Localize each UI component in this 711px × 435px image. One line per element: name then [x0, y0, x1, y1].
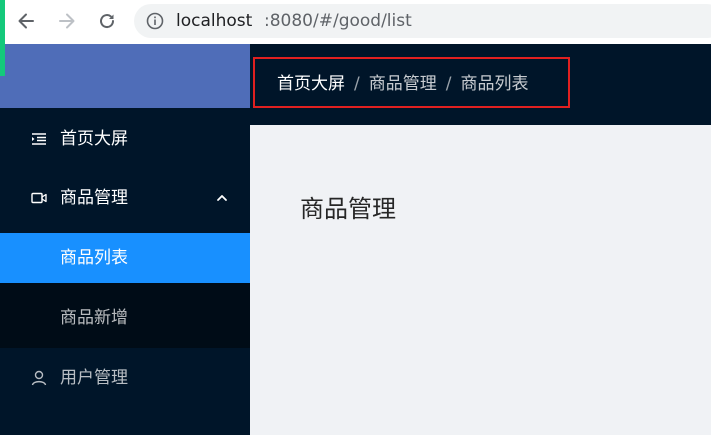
breadcrumb-item-home[interactable]: 首页大屏: [277, 74, 345, 94]
breadcrumb-separator: /: [354, 74, 360, 94]
sidebar-subitem-goods-add[interactable]: 商品新增: [0, 293, 250, 343]
top-header: 首页大屏 / 商品管理 / 商品列表: [250, 44, 711, 125]
reload-icon: [100, 14, 115, 29]
sidebar-item-goods[interactable]: 商品管理: [0, 173, 250, 223]
sidebar-item-label: 商品新增: [60, 308, 128, 328]
sidebar-item-label: 商品管理: [60, 188, 128, 208]
breadcrumb: 首页大屏 / 商品管理 / 商品列表: [277, 73, 528, 95]
breadcrumb-highlight-box: 首页大屏 / 商品管理 / 商品列表: [253, 57, 570, 108]
arrow-right-icon: [59, 13, 75, 29]
address-bar[interactable]: localhost :8080/#/good/list: [134, 4, 711, 38]
sidebar: 首页大屏 商品管理 商品列表 商品新增 用户管理: [0, 44, 250, 435]
forward-button[interactable]: [54, 8, 80, 34]
sidebar-item-label: 商品列表: [60, 248, 128, 268]
sidebar-item-dashboard[interactable]: 首页大屏: [0, 114, 250, 164]
breadcrumb-separator: /: [445, 74, 452, 94]
sidebar-subitem-goods-list[interactable]: 商品列表: [0, 233, 250, 283]
reload-button[interactable]: [94, 8, 120, 34]
window-edge-indicator: [0, 0, 5, 76]
url-path: :8080/#/good/list: [264, 11, 412, 31]
sidebar-item-users[interactable]: 用户管理: [0, 353, 250, 403]
breadcrumb-item-goods[interactable]: 商品管理: [369, 74, 437, 94]
arrow-left-icon: [18, 13, 34, 29]
sidebar-item-label: 首页大屏: [60, 129, 128, 149]
sidebar-item-label: 用户管理: [60, 368, 128, 388]
user-icon: [31, 370, 47, 386]
menu-fold-icon: [32, 133, 46, 145]
browser-toolbar: localhost :8080/#/good/list: [0, 0, 711, 44]
chevron-up-icon[interactable]: [216, 192, 228, 204]
info-icon[interactable]: [146, 12, 164, 30]
breadcrumb-item-current: 商品列表: [460, 74, 529, 94]
logo-area: [0, 44, 250, 108]
page-title: 商品管理: [300, 195, 396, 223]
back-button[interactable]: [13, 8, 39, 34]
main-content: 商品管理: [250, 125, 711, 435]
video-camera-icon: [31, 192, 47, 204]
url-host: localhost: [176, 11, 253, 31]
